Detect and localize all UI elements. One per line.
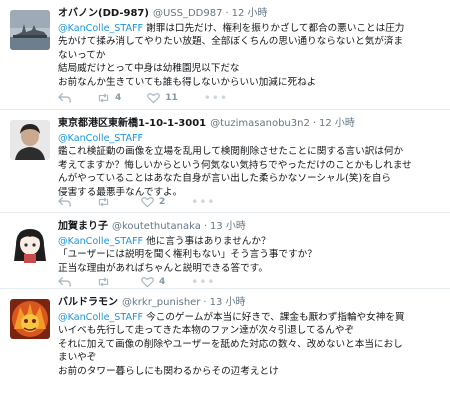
tweet-line: いイベも先行して走ってきた本物のファン達が次々引退してるんやぞ: [58, 325, 355, 337]
tweet-text: @KanColle_STAFF 今このゲームが本当に好きで、課金も厭わず指輪や女…: [58, 311, 444, 378]
retweet-icon: [98, 197, 109, 207]
tweet-header: オバノン(DD-987) @USS_DD987 · 12 小時: [58, 8, 268, 19]
tweet-line: 他に言う事はありませんか？: [143, 236, 271, 247]
more-icon[interactable]: •••: [191, 195, 215, 209]
tweet-line: ないってか: [58, 49, 106, 61]
reply-icon: [58, 276, 71, 287]
tweet-1[interactable]: オバノン(DD-987) @USS_DD987 · 12 小時 @KanColle_S…: [0, 0, 450, 110]
display-name[interactable]: バルドラモン: [58, 297, 118, 308]
user-handle[interactable]: @krkr_punisher: [122, 297, 200, 308]
timestamp[interactable]: 13 小時: [210, 221, 246, 232]
tweet-text: @KanColle_STAFF 他に言う事はありませんか？ 「ユーザーには説明を…: [58, 235, 444, 275]
retweet-button[interactable]: [97, 196, 115, 208]
display-name[interactable]: 東京都港区東新橋1-10-1-3001: [58, 118, 206, 129]
reply-button[interactable]: [58, 92, 71, 104]
timeline: オバノン(DD-987) @USS_DD987 · 12 小時 @KanColle_S…: [0, 0, 450, 420]
reply-icon: [58, 92, 71, 103]
timestamp[interactable]: 12 小時: [232, 8, 268, 19]
timestamp[interactable]: 12 小時: [319, 118, 355, 129]
more-icon[interactable]: •••: [204, 91, 228, 105]
tweet-line: んがやっていることはあなた自身が言い出した柔らかなソーシャル(笑)を自ら: [58, 173, 392, 185]
tweet-3[interactable]: 加賀まり子 @koutethutanaka · 13 小時 @KanColle_STA…: [0, 213, 450, 289]
retweet-icon: [98, 93, 109, 103]
mention-link[interactable]: @KanColle_STAFF: [58, 133, 143, 144]
reply-button[interactable]: [58, 276, 71, 288]
tweet-text: @KanColle_STAFF 謝罪は口先だけ、権利を振りかざして都合の悪いこと…: [58, 22, 444, 89]
like-count: 2: [159, 197, 166, 207]
display-name[interactable]: オバノン(DD-987): [58, 8, 149, 19]
reply-button[interactable]: [58, 196, 71, 208]
like-button[interactable]: 11: [147, 92, 178, 104]
like-count: 4: [159, 277, 166, 287]
tweet-line: 「ユーザーには説明を聞く権利もない」そう言う事ですか？: [58, 249, 317, 261]
tweet-line: お前のタワー暮らしにも関わるからその辺考えとけ: [58, 365, 279, 377]
mention-link[interactable]: @KanColle_STAFF: [58, 312, 143, 323]
tweet-4[interactable]: バルドラモン @krkr_punisher · 13 小時 @KanColle_STA…: [0, 289, 450, 420]
tweet-header: バルドラモン @krkr_punisher · 13 小時: [58, 297, 246, 308]
retweet-icon: [98, 277, 109, 287]
tweet-line: まいやぞ: [58, 352, 97, 364]
tweet-2[interactable]: 東京都港区東新橋1-10-1-3001 @tuzimasanobu3n2 · 12 小…: [0, 110, 450, 213]
like-icon: [141, 277, 154, 288]
tweet-text: @KanColle_STAFF 鑑これ検証動の画像を立場を乱用して検閲削除させた…: [58, 132, 444, 199]
more-icon[interactable]: •••: [191, 275, 215, 289]
like-icon: [147, 93, 161, 104]
tweet-line: 結局威だけとって中身は幼稚園児以下だな: [58, 63, 240, 75]
like-count: 11: [165, 93, 178, 103]
like-button[interactable]: 2: [141, 196, 165, 208]
retweet-button[interactable]: 4: [97, 92, 121, 104]
display-name[interactable]: 加賀まり子: [58, 221, 108, 232]
user-handle[interactable]: @tuzimasanobu3n2: [210, 118, 310, 129]
like-button[interactable]: 4: [141, 276, 165, 288]
tweet-header: 東京都港区東新橋1-10-1-3001 @tuzimasanobu3n2 · 12 小…: [58, 118, 355, 129]
avatar[interactable]: [10, 299, 50, 339]
retweet-button[interactable]: [97, 276, 115, 288]
tweet-line: 今このゲームが本当に好きで、課金も厭わず指輪や女神を買: [143, 312, 405, 323]
reply-icon: [58, 196, 71, 207]
user-handle[interactable]: @koutethutanaka: [112, 221, 201, 232]
avatar[interactable]: [10, 10, 50, 50]
tweet-header: 加賀まり子 @koutethutanaka · 13 小時: [58, 221, 246, 232]
mention-link[interactable]: @KanColle_STAFF: [58, 23, 143, 34]
tweet-actions: 4 11 •••: [58, 91, 254, 105]
tweet-line: 鑑これ検証動の画像を立場を乱用して検閲削除させたことに関する言い訳は何か: [58, 146, 404, 158]
tweet-line: 謝罪は口先だけ、権利を振りかざして都合の悪いことは圧力: [143, 23, 405, 34]
avatar[interactable]: [10, 223, 50, 263]
mention-link[interactable]: @KanColle_STAFF: [58, 236, 143, 247]
avatar[interactable]: [10, 120, 50, 160]
timestamp[interactable]: 13 小時: [210, 297, 246, 308]
tweet-line: 先かけて揉み消してやりたい放題、全部ぼくちんの思い通りならないと気が済ま: [58, 36, 404, 48]
tweet-actions: 4 •••: [58, 275, 242, 289]
like-icon: [141, 197, 154, 208]
tweet-line: お前なんか生きていても誰も得しないからいい加減に死ねよ: [58, 76, 317, 88]
retweet-count: 4: [115, 93, 122, 103]
tweet-line: 正当な理由があればちゃんと説明できる答です。: [58, 262, 268, 274]
tweet-actions: 2 •••: [58, 195, 242, 209]
user-handle[interactable]: @USS_DD987: [153, 8, 223, 19]
tweet-line: それに加えて画像の削除やユーザーを舐めた対応の数々、改めないと本当におし: [58, 338, 403, 350]
tweet-line: 考えてますか？悔しいからという何気ない気持ちでやっただけのことかもしれませ: [58, 159, 412, 171]
